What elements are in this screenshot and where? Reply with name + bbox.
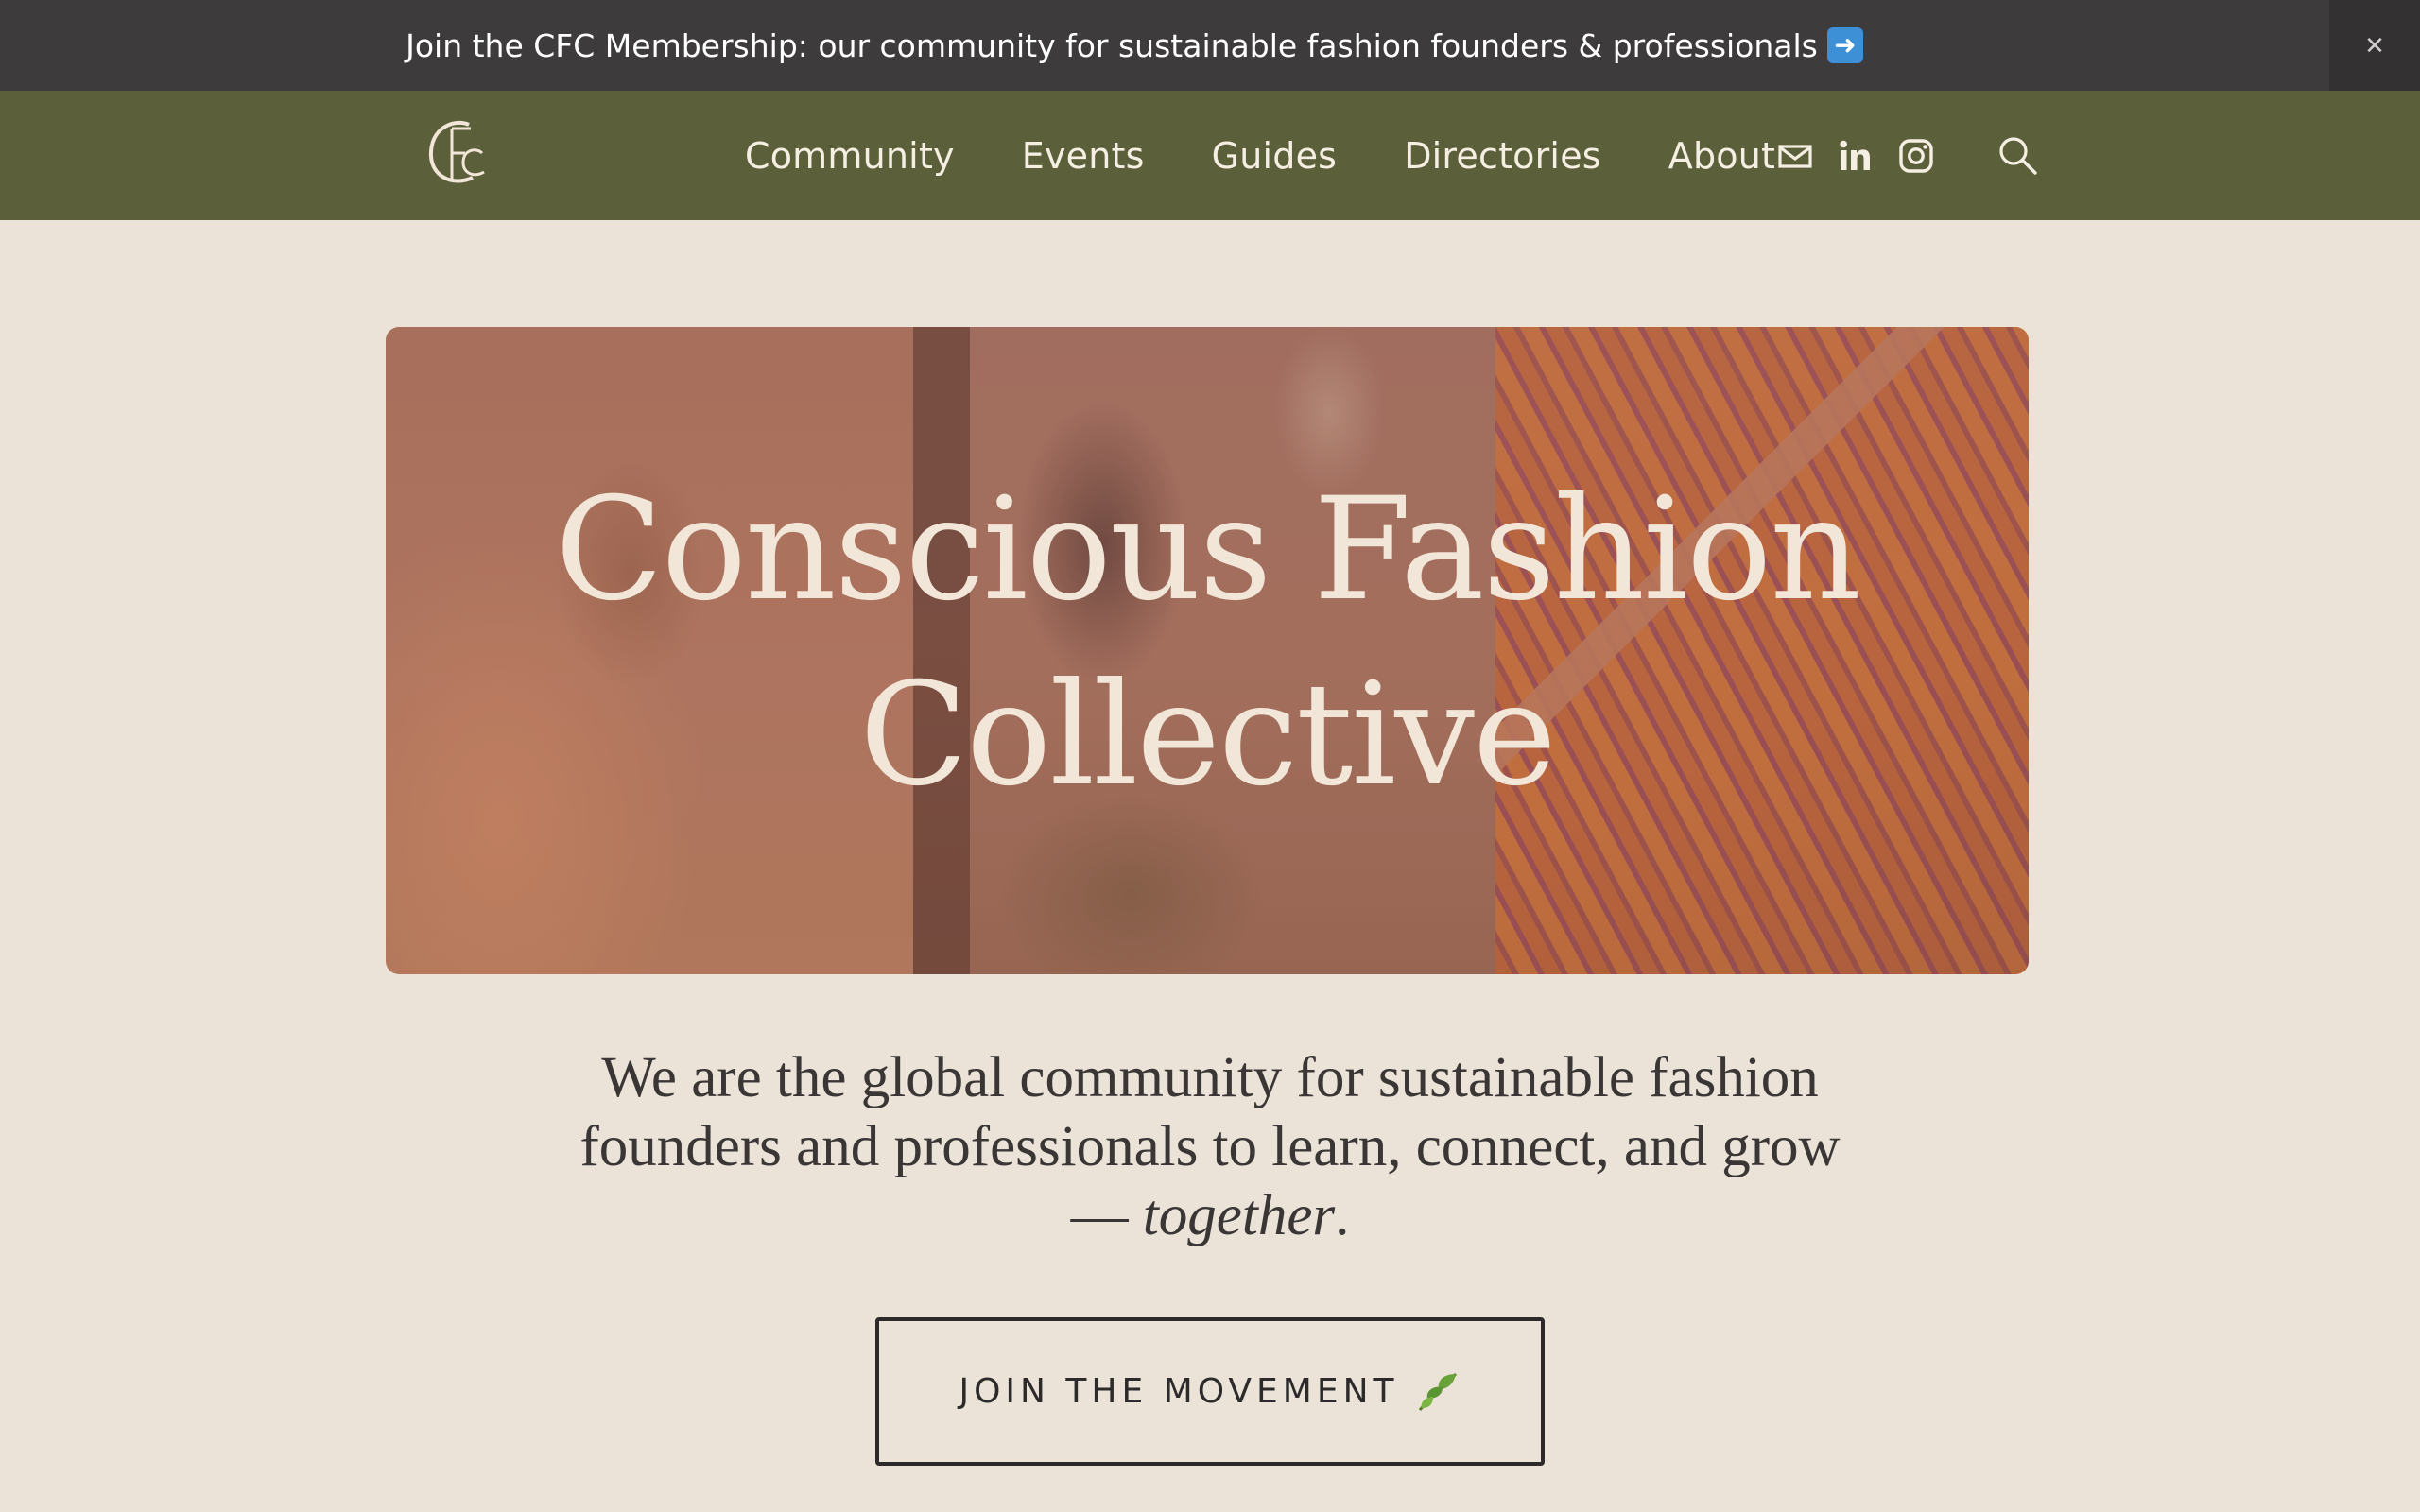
right-arrow-icon: ➜ bbox=[1826, 27, 1863, 63]
close-announcement-button[interactable]: ✕ bbox=[2329, 0, 2420, 91]
mail-link[interactable] bbox=[1777, 138, 1813, 174]
tagline-main: We are the global community for sustaina… bbox=[579, 1046, 1841, 1178]
leaf-icon bbox=[1418, 1372, 1457, 1411]
nav-item-guides[interactable]: Guides bbox=[1212, 135, 1338, 177]
announcement-bar: Join the CFC Membership: our community f… bbox=[0, 0, 2420, 91]
cfc-logo-mark bbox=[428, 120, 485, 183]
announcement-text: Join the CFC Membership: our community f… bbox=[406, 26, 1818, 64]
hero-title-line2: Collective bbox=[859, 652, 1557, 817]
instagram-link[interactable] bbox=[1898, 138, 1934, 174]
join-the-movement-button[interactable]: JOIN THE MOVEMENT bbox=[875, 1317, 1545, 1466]
close-icon: ✕ bbox=[2364, 30, 2385, 60]
main-navbar: Community Events Guides Directories Abou… bbox=[0, 91, 2420, 220]
nav-item-community[interactable]: Community bbox=[745, 135, 955, 177]
instagram-icon bbox=[1899, 138, 1933, 173]
nav-item-about[interactable]: About bbox=[1668, 135, 1775, 177]
hero-title-line1: Conscious Fashion bbox=[554, 467, 1861, 632]
nav-item-events[interactable]: Events bbox=[1022, 135, 1145, 177]
linkedin-link[interactable] bbox=[1838, 138, 1874, 174]
search-button[interactable] bbox=[1996, 134, 2038, 176]
tagline-dash: — bbox=[1070, 1184, 1129, 1247]
tagline-emphasis: together bbox=[1142, 1184, 1336, 1247]
tagline: We are the global community for sustaina… bbox=[529, 1043, 1891, 1250]
cfc-logo[interactable] bbox=[420, 115, 495, 191]
mail-icon bbox=[1778, 144, 1812, 168]
social-icons bbox=[1777, 91, 1934, 220]
nav-menu: Community Events Guides Directories Abou… bbox=[745, 91, 1775, 220]
search-icon bbox=[1999, 137, 2037, 175]
linkedin-icon bbox=[1840, 140, 1870, 170]
hero-title: Conscious Fashion Collective bbox=[386, 327, 2029, 974]
nav-item-directories[interactable]: Directories bbox=[1404, 135, 1601, 177]
cta-label: JOIN THE MOVEMENT bbox=[959, 1372, 1399, 1411]
hero-banner: Conscious Fashion Collective bbox=[386, 327, 2029, 974]
tagline-end: . bbox=[1335, 1184, 1350, 1247]
membership-announcement-link[interactable]: Join the CFC Membership: our community f… bbox=[406, 27, 1863, 64]
